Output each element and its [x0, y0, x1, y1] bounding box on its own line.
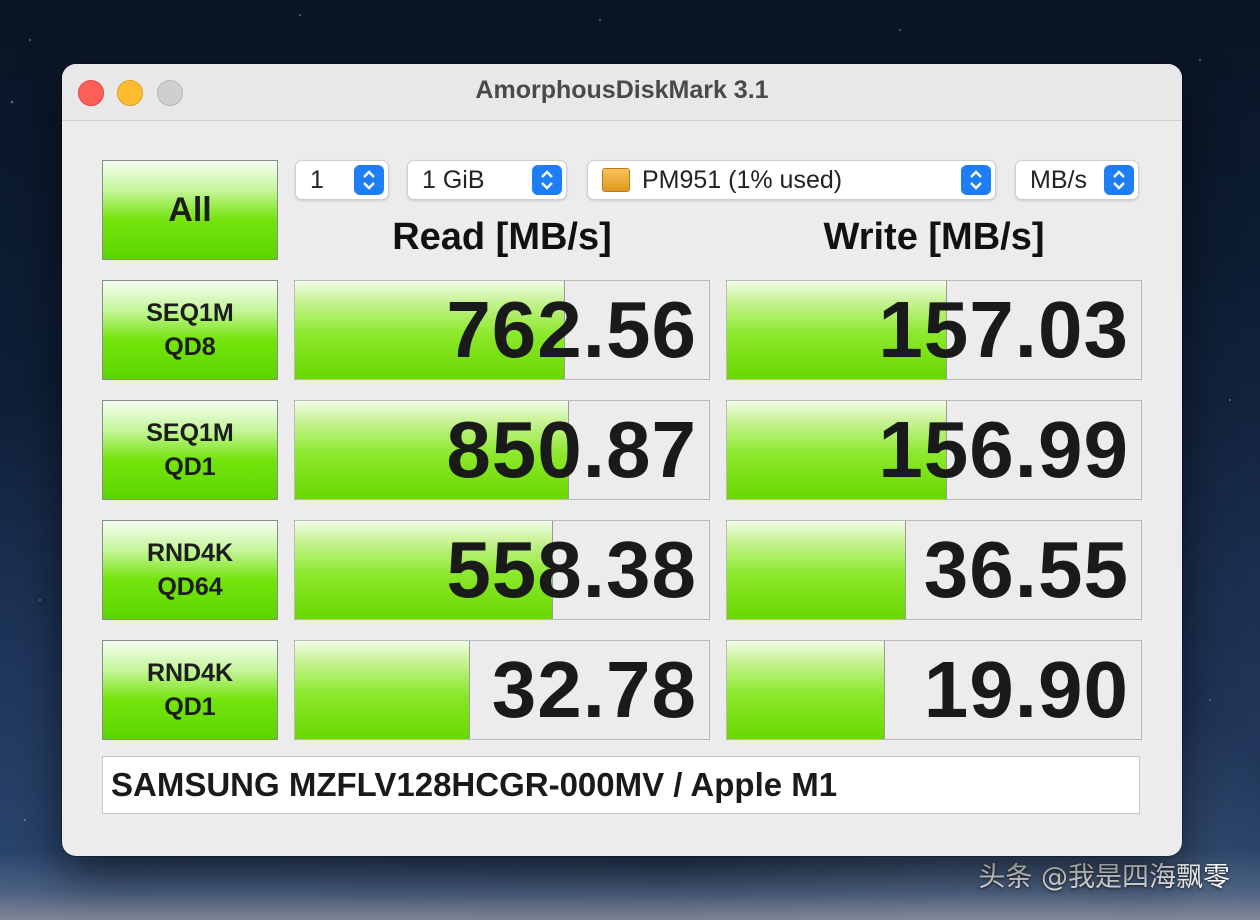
drive-icon	[602, 168, 630, 192]
write-result-value: 19.90	[923, 645, 1129, 734]
watermark-text: 头条 @我是四海飘零	[978, 862, 1230, 893]
read-column-header: Read [MB/s]	[392, 216, 612, 258]
stepper-arrows-icon	[354, 165, 384, 195]
read-result-value: 32.78	[491, 645, 697, 734]
read-result-value: 850.87	[446, 405, 697, 494]
test-label-line2: QD1	[164, 453, 216, 481]
stepper-arrows-icon	[1104, 165, 1134, 195]
test-button-seq1m-qd8[interactable]: SEQ1M QD8	[102, 280, 278, 380]
test-label-line1: SEQ1M	[146, 299, 234, 327]
write-result-cell: 156.99	[726, 400, 1142, 500]
read-result-value: 762.56	[446, 285, 697, 374]
write-result-value: 157.03	[878, 285, 1129, 374]
test-label-line2: QD1	[164, 693, 216, 721]
read-result-cell: 762.56	[294, 280, 710, 380]
test-size-value: 1 GiB	[422, 165, 485, 194]
stepper-arrows-icon	[532, 165, 562, 195]
read-result-cell: 850.87	[294, 400, 710, 500]
read-progress-bar	[295, 641, 470, 739]
write-result-cell: 157.03	[726, 280, 1142, 380]
test-label-line1: RND4K	[146, 659, 234, 687]
test-size-select[interactable]: 1 GiB	[407, 160, 567, 200]
write-result-cell: 36.55	[726, 520, 1142, 620]
device-info-field[interactable]: SAMSUNG MZFLV128HCGR-000MV / Apple M1	[102, 756, 1140, 814]
title-bar: AmorphousDiskMark 3.1	[62, 64, 1182, 121]
write-progress-bar	[727, 521, 907, 619]
read-result-cell: 32.78	[294, 640, 710, 740]
write-result-value: 36.55	[923, 525, 1129, 614]
test-count-select[interactable]: 1	[295, 160, 389, 200]
test-button-seq1m-qd1[interactable]: SEQ1M QD1	[102, 400, 278, 500]
test-label-line2: QD8	[164, 333, 216, 361]
read-result-cell: 558.38	[294, 520, 710, 620]
test-label-line1: RND4K	[146, 539, 234, 567]
write-result-value: 156.99	[878, 405, 1129, 494]
test-label-line1: SEQ1M	[146, 419, 234, 447]
test-label-line2: QD64	[157, 573, 223, 601]
stepper-arrows-icon	[961, 165, 991, 195]
window-title: AmorphousDiskMark 3.1	[475, 76, 769, 104]
unit-value: MB/s	[1030, 165, 1087, 194]
write-progress-bar	[727, 641, 886, 739]
unit-select[interactable]: MB/s	[1015, 160, 1139, 200]
test-button-rnd4k-qd1[interactable]: RND4K QD1	[102, 640, 278, 740]
target-disk-value: PM951 (1% used)	[642, 165, 843, 194]
read-result-value: 558.38	[446, 525, 697, 614]
run-all-label: All	[168, 190, 212, 229]
write-column-header: Write [MB/s]	[823, 216, 1045, 258]
test-button-rnd4k-qd64[interactable]: RND4K QD64	[102, 520, 278, 620]
app-window: AmorphousDiskMark 3.1 All 1 1 GiB PM951 …	[62, 64, 1182, 856]
target-disk-select[interactable]: PM951 (1% used)	[587, 160, 996, 200]
write-result-cell: 19.90	[726, 640, 1142, 740]
run-all-button[interactable]: All	[102, 160, 278, 260]
test-count-value: 1	[310, 165, 324, 194]
